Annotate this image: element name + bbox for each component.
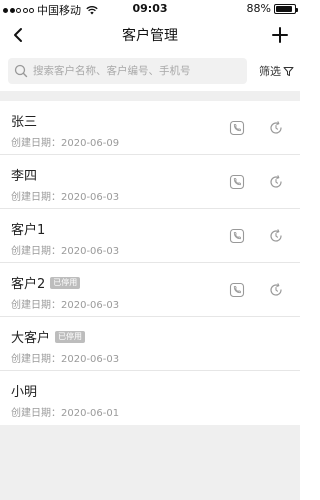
- date-value: 2020-06-09: [61, 138, 120, 149]
- customer-row[interactable]: 大客户 已停用创建日期：2020-06-03: [0, 317, 300, 371]
- customer-row[interactable]: 李四创建日期：2020-06-03: [0, 155, 300, 209]
- call-button[interactable]: [228, 119, 246, 137]
- refresh-clock-icon: [270, 229, 282, 242]
- status-badge: 已停用: [50, 276, 81, 289]
- customer-name-line: 客户1: [11, 219, 45, 238]
- customer-row[interactable]: 张三创建日期：2020-06-09: [0, 101, 300, 155]
- date-value: 2020-06-03: [61, 354, 120, 365]
- date-value: 2020-06-03: [61, 246, 120, 257]
- customer-name: 客户2: [11, 277, 46, 292]
- add-customer-button[interactable]: [266, 21, 294, 49]
- battery-level: [276, 5, 292, 12]
- customer-created-date: 创建日期：2020-06-03: [11, 296, 119, 311]
- customer-name-line: 张三: [11, 111, 37, 130]
- battery-percent: 88%: [246, 2, 271, 15]
- battery-cap: [296, 7, 298, 12]
- search-row: 筛选: [0, 53, 300, 91]
- back-button[interactable]: [4, 21, 32, 49]
- status-badge: 已停用: [55, 330, 86, 343]
- date-label: 创建日期：: [11, 300, 61, 311]
- status-bar: 中国移动 09:03 88%: [0, 0, 300, 17]
- date-label: 创建日期：: [11, 408, 61, 419]
- customer-list: 张三 创建日期：2020-06-09 李四 创建日期：2020-06-03 客户1 创建日…: [0, 91, 300, 500]
- date-label: 创建日期：: [11, 138, 61, 149]
- customer-name: 张三: [11, 115, 38, 130]
- page-title: 客户管理: [122, 28, 178, 44]
- refresh-clock-icon: [270, 175, 282, 188]
- battery-icon: [274, 3, 298, 14]
- customer-created-date: 创建日期：2020-06-01: [11, 404, 119, 419]
- chevron-left-icon: [14, 28, 22, 42]
- funnel-icon: [283, 66, 294, 76]
- call-button[interactable]: [228, 173, 246, 191]
- nav-bar: 客户管理: [0, 17, 300, 53]
- search-box[interactable]: [8, 58, 247, 84]
- customer-name: 大客户: [11, 331, 51, 346]
- customer-name-line: 客户2 已停用: [11, 273, 81, 292]
- date-label: 创建日期：: [11, 354, 61, 365]
- refresh-clock-icon: [270, 283, 282, 296]
- date-value: 2020-06-03: [61, 300, 120, 311]
- date-value: 2020-06-03: [61, 192, 120, 203]
- customer-name-line: 大客户 已停用: [11, 327, 86, 346]
- customer-name: 客户1: [11, 223, 46, 238]
- date-label: 创建日期：: [11, 192, 61, 203]
- phone-icon: [229, 174, 245, 190]
- customer-name-line: 李四: [11, 165, 37, 184]
- customer-name: 李四: [11, 169, 38, 184]
- filter-label: 筛选: [259, 65, 281, 78]
- customer-row[interactable]: 小明创建日期：2020-06-01: [0, 371, 300, 425]
- customer-created-date: 创建日期：2020-06-03: [11, 188, 119, 203]
- follow-up-button[interactable]: [267, 173, 285, 191]
- date-value: 2020-06-01: [61, 408, 120, 419]
- customer-name: 小明: [11, 385, 38, 400]
- customer-row[interactable]: 客户1 创建日期：2020-06-03: [0, 209, 300, 263]
- customer-list-items: 张三 创建日期：2020-06-09 李四 创建日期：2020-06-03 客户1 创建日…: [0, 101, 300, 425]
- filter-button[interactable]: 筛选: [259, 63, 294, 79]
- search-input[interactable]: [33, 65, 238, 77]
- plus-icon: [272, 27, 288, 43]
- status-right: 88%: [246, 2, 298, 15]
- phone-icon: [229, 228, 245, 244]
- customer-name-line: 小明: [11, 381, 37, 400]
- follow-up-button[interactable]: [267, 119, 285, 137]
- search-icon: [14, 64, 28, 78]
- call-button[interactable]: [228, 227, 246, 245]
- phone-icon: [229, 282, 245, 298]
- customer-created-date: 创建日期：2020-06-03: [11, 242, 119, 257]
- phone-icon: [229, 120, 245, 136]
- follow-up-button[interactable]: [267, 281, 285, 299]
- customer-created-date: 创建日期：2020-06-09: [11, 134, 119, 149]
- follow-up-button[interactable]: [267, 227, 285, 245]
- call-button[interactable]: [228, 281, 246, 299]
- refresh-clock-icon: [270, 121, 282, 134]
- customer-created-date: 创建日期：2020-06-03: [11, 350, 119, 365]
- customer-row[interactable]: 客户2 已停用创建日期：2020-06-03: [0, 263, 300, 317]
- date-label: 创建日期：: [11, 246, 61, 257]
